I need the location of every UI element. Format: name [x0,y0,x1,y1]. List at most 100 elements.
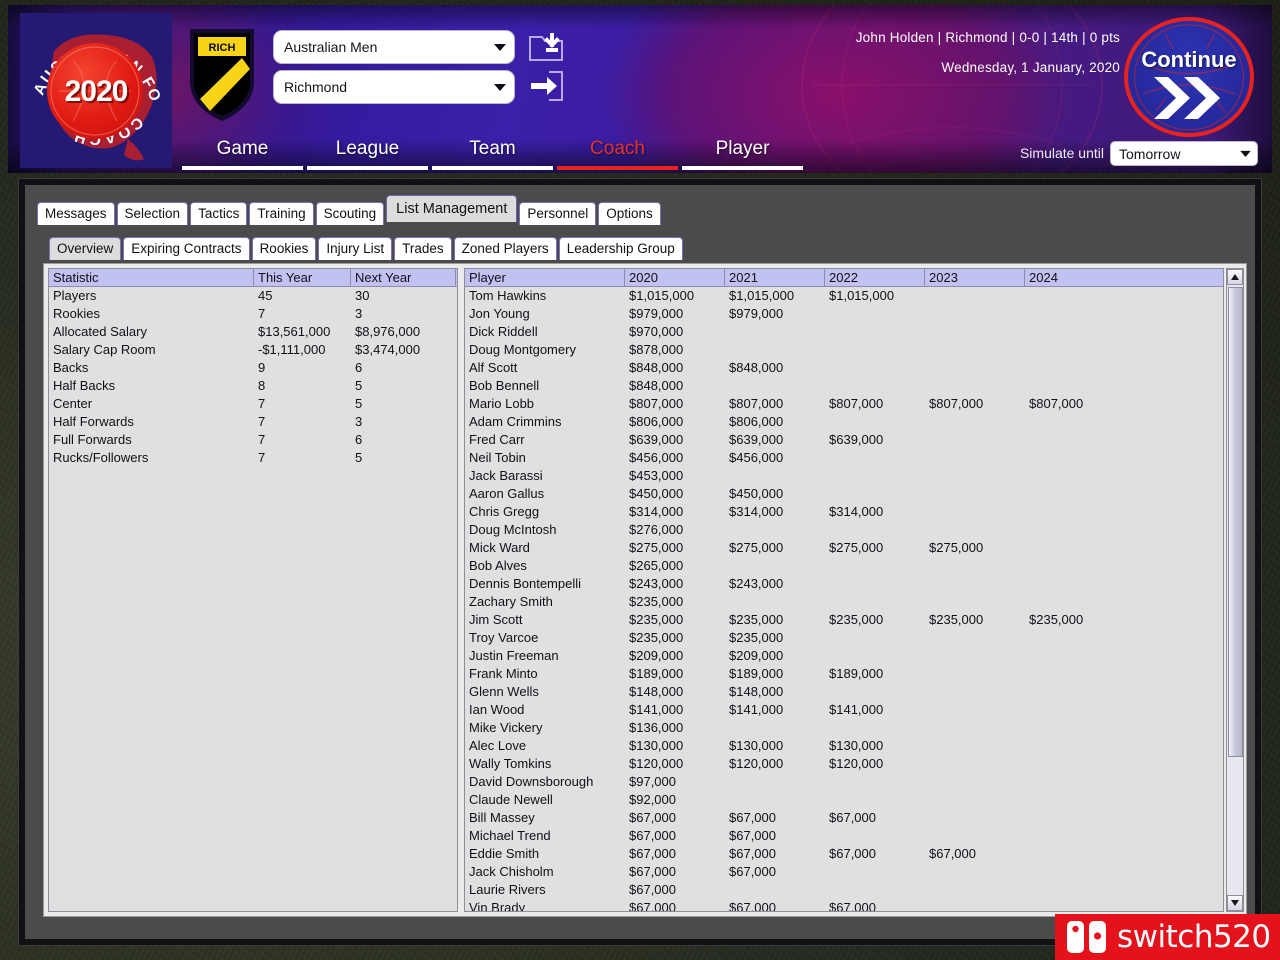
tab-training[interactable]: Training [249,202,313,225]
stat-cell: Half Backs [49,377,254,395]
stat-row[interactable]: Half Backs85 [49,377,457,395]
player-salary-cell [925,377,1025,395]
table-row[interactable]: Doug Montgomery$878,000 [465,341,1223,359]
table-row[interactable]: Justin Freeman$209,000$209,000 [465,647,1223,665]
scrollbar-thumb[interactable] [1228,287,1243,757]
table-row[interactable]: Laurie Rivers$67,000 [465,881,1223,899]
tab-personnel[interactable]: Personnel [519,202,596,225]
table-row[interactable]: Jack Barassi$453,000 [465,467,1223,485]
stat-row[interactable]: Salary Cap Room-$1,111,000$3,474,000 [49,341,457,359]
player-salary-cell: $807,000 [1025,395,1125,413]
player-salary-cell [925,557,1025,575]
league-select[interactable]: Australian Men [273,30,515,64]
simulate-until-select[interactable]: Tomorrow [1110,141,1258,166]
table-row[interactable]: Vin Brady$67,000$67,000$67,000 [465,899,1223,912]
subtab-overview[interactable]: Overview [49,237,121,260]
subtab-zoned-players[interactable]: Zoned Players [454,237,557,260]
stat-row[interactable]: Rookies73 [49,305,457,323]
table-row[interactable]: Wally Tomkins$120,000$120,000$120,000 [465,755,1223,773]
player-salary-cell [1025,467,1125,485]
table-row[interactable]: Tom Hawkins$1,015,000$1,015,000$1,015,00… [465,287,1223,305]
subtab-rookies[interactable]: Rookies [252,237,317,260]
window-inner: MessagesSelectionTacticsTrainingScouting… [25,185,1255,939]
table-row[interactable]: Michael Trend$67,000$67,000 [465,827,1223,845]
table-row[interactable]: Jon Young$979,000$979,000 [465,305,1223,323]
table-row[interactable]: Adam Crimmins$806,000$806,000 [465,413,1223,431]
tab-options[interactable]: Options [598,202,661,225]
subtab-injury-list[interactable]: Injury List [318,237,392,260]
table-row[interactable]: Jim Scott$235,000$235,000$235,000$235,00… [465,611,1223,629]
player-salary-cell [925,773,1025,791]
table-row[interactable]: Mario Lobb$807,000$807,000$807,000$807,0… [465,395,1223,413]
table-row[interactable]: Jack Chisholm$67,000$67,000 [465,863,1223,881]
folder-download-icon[interactable] [528,31,564,63]
table-row[interactable]: Glenn Wells$148,000$148,000 [465,683,1223,701]
table-row[interactable]: Mike Vickery$136,000 [465,719,1223,737]
table-row[interactable]: Zachary Smith$235,000 [465,593,1223,611]
player-name-cell: Dennis Bontempelli [465,575,625,593]
nav-league[interactable]: League [305,135,430,173]
stat-row[interactable]: Full Forwards76 [49,431,457,449]
subtab-trades[interactable]: Trades [394,237,452,260]
player-salary-cell: $235,000 [825,611,925,629]
stat-row[interactable]: Allocated Salary$13,561,000$8,976,000 [49,323,457,341]
table-row[interactable]: Mick Ward$275,000$275,000$275,000$275,00… [465,539,1223,557]
scroll-down-button[interactable] [1227,895,1243,911]
table-row[interactable]: Dick Riddell$970,000 [465,323,1223,341]
table-row[interactable]: Alf Scott$848,000$848,000 [465,359,1223,377]
table-row[interactable]: Frank Minto$189,000$189,000$189,000 [465,665,1223,683]
player-name-cell: Mike Vickery [465,719,625,737]
table-row[interactable]: Aaron Gallus$450,000$450,000 [465,485,1223,503]
tab-list-management[interactable]: List Management [386,195,517,222]
table-row[interactable]: Chris Gregg$314,000$314,000$314,000 [465,503,1223,521]
tab-messages[interactable]: Messages [37,202,115,225]
player-salary-cell [1025,683,1125,701]
player-name-cell: Justin Freeman [465,647,625,665]
table-row[interactable]: Bob Alves$265,000 [465,557,1223,575]
nav-player[interactable]: Player [680,135,805,173]
table-row[interactable]: Eddie Smith$67,000$67,000$67,000$67,000 [465,845,1223,863]
nav-coach[interactable]: Coach [555,135,680,173]
table-row[interactable]: Bob Bennell$848,000 [465,377,1223,395]
watermark-text: switch520 [1117,919,1271,955]
stat-row[interactable]: Players4530 [49,287,457,305]
player-salary-cell: $314,000 [725,503,825,521]
exit-door-icon[interactable] [528,69,564,103]
stat-row[interactable]: Center75 [49,395,457,413]
vertical-scrollbar[interactable] [1226,268,1244,912]
table-row[interactable]: Doug McIntosh$276,000 [465,521,1223,539]
tab-scouting[interactable]: Scouting [316,202,385,225]
stat-cell: -$1,111,000 [254,341,351,359]
table-row[interactable]: Ian Wood$141,000$141,000$141,000 [465,701,1223,719]
tab-tactics[interactable]: Tactics [190,202,247,225]
player-salary-cell: $275,000 [925,539,1025,557]
stat-row[interactable]: Half Forwards73 [49,413,457,431]
table-row[interactable]: Fred Carr$639,000$639,000$639,000 [465,431,1223,449]
team-select[interactable]: Richmond [273,70,515,104]
table-row[interactable]: Claude Newell$92,000 [465,791,1223,809]
table-row[interactable]: Alec Love$130,000$130,000$130,000 [465,737,1223,755]
player-name-cell: Laurie Rivers [465,881,625,899]
player-salary-cell: $453,000 [625,467,725,485]
nav-team[interactable]: Team [430,135,555,173]
stat-cell: 30 [351,287,456,305]
player-salary-cell [925,755,1025,773]
tab-selection[interactable]: Selection [117,202,189,225]
subtab-expiring-contracts[interactable]: Expiring Contracts [123,237,249,260]
player-salary-cell [725,521,825,539]
table-row[interactable]: Neil Tobin$456,000$456,000 [465,449,1223,467]
nav-game[interactable]: Game [180,135,305,173]
stat-row[interactable]: Rucks/Followers75 [49,449,457,467]
table-row[interactable]: Bill Massey$67,000$67,000$67,000 [465,809,1223,827]
player-salary-cell [925,629,1025,647]
table-row[interactable]: Troy Varcoe$235,000$235,000 [465,629,1223,647]
subtab-leadership-group[interactable]: Leadership Group [559,237,683,260]
stat-row[interactable]: Backs96 [49,359,457,377]
player-salary-cell [1025,593,1125,611]
scroll-up-button[interactable] [1227,269,1243,285]
player-salary-cell: $314,000 [825,503,925,521]
table-row[interactable]: Dennis Bontempelli$243,000$243,000 [465,575,1223,593]
stat-header-next-year: Next Year [351,269,456,286]
continue-button[interactable]: Continue [1124,17,1254,137]
table-row[interactable]: David Downsborough$97,000 [465,773,1223,791]
